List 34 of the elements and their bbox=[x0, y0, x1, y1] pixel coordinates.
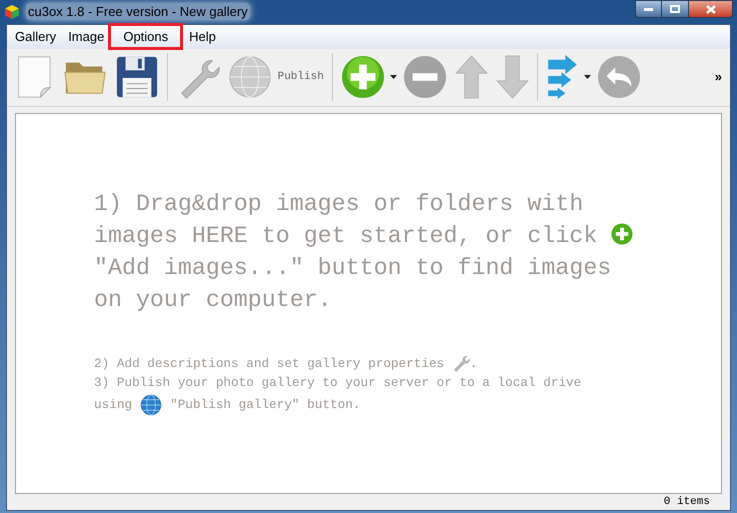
caret-icon[interactable] bbox=[390, 75, 397, 79]
step-one-text: 1) Drag&drop images or folders with images HERE to get started, or click bbox=[94, 190, 598, 248]
globe-icon bbox=[140, 394, 162, 416]
step-two-text: 2) Add descriptions and set gallery properties bbox=[94, 356, 444, 370]
plus-circle-icon bbox=[340, 55, 385, 99]
menu-item[interactable]: Gallery bbox=[9, 22, 62, 50]
menu-item[interactable]: Help bbox=[183, 22, 222, 50]
step-one-text: "Add images..." button to find images on your computer. bbox=[94, 254, 612, 312]
step-three-text: using bbox=[94, 396, 132, 414]
down-arrow-icon bbox=[496, 55, 529, 99]
globe-icon bbox=[228, 55, 272, 99]
plus-circle-icon bbox=[611, 222, 634, 244]
cube-icon bbox=[4, 4, 20, 20]
item-count: 0 items bbox=[664, 494, 710, 510]
menu-item[interactable]: Image bbox=[62, 22, 110, 50]
arrows-icon bbox=[546, 55, 579, 99]
maximize-icon bbox=[670, 5, 680, 13]
menu-item[interactable]: Options bbox=[108, 22, 184, 50]
caret-icon[interactable] bbox=[584, 75, 591, 79]
up-arrow-icon bbox=[454, 55, 488, 99]
minus-circle-icon bbox=[402, 55, 447, 99]
step-three-text: "Publish gallery" button. bbox=[170, 396, 360, 414]
minimize-icon bbox=[644, 8, 653, 10]
drop-area[interactable] bbox=[15, 112, 722, 494]
wrench-icon bbox=[452, 354, 470, 372]
maximize-button[interactable] bbox=[662, 0, 688, 18]
undo-circle-icon bbox=[596, 55, 641, 99]
close-icon bbox=[706, 4, 716, 14]
period-text: . bbox=[470, 356, 478, 370]
window-title: cu3ox 1.8 - Free version - New gallery bbox=[26, 3, 250, 20]
minimize-button[interactable] bbox=[635, 0, 662, 18]
step-three-text: 3) Publish your photo gallery to your server or to a local drive bbox=[94, 374, 582, 392]
overflow-button[interactable]: » bbox=[712, 67, 724, 87]
close-button[interactable] bbox=[688, 0, 733, 18]
